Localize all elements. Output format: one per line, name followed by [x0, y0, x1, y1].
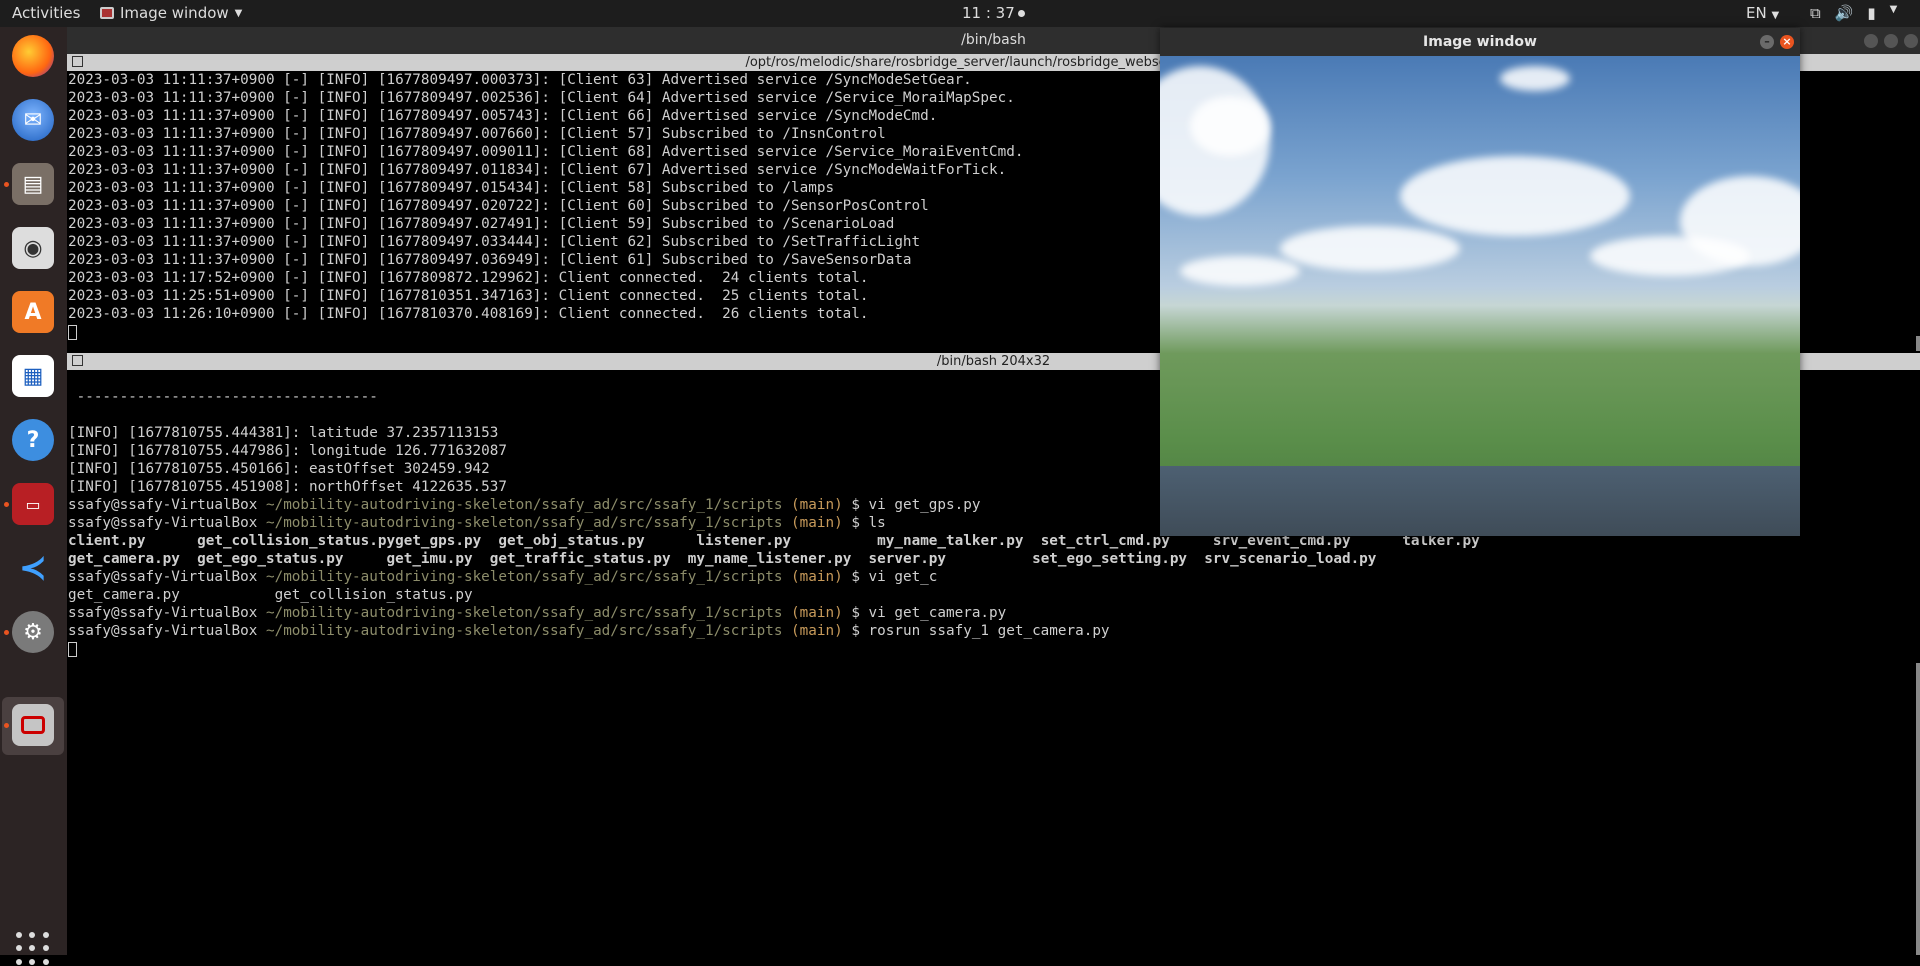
cloud: [1500, 66, 1570, 91]
software-icon[interactable]: A: [12, 291, 54, 333]
output-line: 2023-03-03 11:11:37+0900 [-] [INFO] [167…: [68, 198, 929, 214]
output-line: 2023-03-03 11:11:37+0900 [-] [INFO] [167…: [68, 234, 921, 250]
running-indicator: [4, 502, 9, 507]
output-line: [INFO] [1677810755.450166]: eastOffset 3…: [68, 461, 490, 477]
ls-file-entry: get_gps.py: [395, 533, 499, 549]
ls-file-entry: srv_scenario_load.py: [1204, 551, 1394, 567]
ls-file-entry: my_name_listener.py: [687, 551, 869, 567]
ls-file-entry: get_obj_status.py: [498, 533, 697, 549]
terminal-cursor: [68, 324, 77, 340]
writer-icon[interactable]: ▦: [12, 355, 54, 397]
ls-file-entry: set_ego_setting.py: [1032, 551, 1205, 567]
output-line: 2023-03-03 11:11:37+0900 [-] [INFO] [167…: [68, 252, 912, 268]
ls-file-entry: get_ego_status.py: [197, 551, 387, 567]
ls-file-entry: get_collision_status.py: [197, 533, 396, 549]
chevron-down-icon: ▼: [1771, 10, 1780, 21]
scrollbar[interactable]: [1916, 663, 1920, 955]
chevron-down-icon: ▼: [234, 7, 243, 19]
clock-time: 11 : 37: [962, 4, 1015, 22]
minimize-button[interactable]: –: [1760, 35, 1774, 49]
maximize-button[interactable]: [1884, 34, 1898, 48]
ls-file-entry: listener.py: [696, 533, 878, 549]
terminal-title: /bin/bash: [961, 32, 1026, 48]
ls-output-row: get_camera.py get_ego_status.py get_imu.…: [67, 550, 1920, 568]
output-line: [INFO] [1677810755.444381]: latitude 37.…: [68, 425, 499, 441]
cloud: [1280, 226, 1460, 271]
firefox-icon[interactable]: [12, 35, 54, 77]
battery-icon: ▮: [1867, 4, 1876, 22]
rhythmbox-icon[interactable]: ◉: [12, 227, 54, 269]
tab-completion-output: get_camera.py get_collision_status.py: [68, 587, 473, 603]
network-icon: ⧉: [1810, 4, 1821, 22]
output-line: 2023-03-03 11:11:37+0900 [-] [INFO] [167…: [68, 126, 886, 142]
output-line: 2023-03-03 11:26:10+0900 [-] [INFO] [167…: [68, 306, 869, 322]
system-menu[interactable]: ⧉ 🔊 ▮ ▼: [1810, 4, 1897, 22]
ls-file-entry: get_camera.py: [68, 551, 198, 567]
output-line: 2023-03-03 11:11:37+0900 [-] [INFO] [167…: [68, 144, 1024, 160]
app-menu-label: Image window: [120, 4, 229, 22]
thunderbird-icon[interactable]: ✉: [12, 99, 54, 141]
output-line: [INFO] [1677810755.447986]: longitude 12…: [68, 443, 507, 459]
close-button[interactable]: [1904, 34, 1918, 48]
top-bar: Activities Image window ▼ 11 : 37 EN ▼ ⧉…: [0, 0, 1920, 27]
app-menu[interactable]: Image window ▼: [100, 4, 242, 22]
activities-button[interactable]: Activities: [12, 4, 80, 22]
language-label: EN: [1746, 4, 1767, 22]
dock: ✉ ▤ ◉ A ▦ ? ▭ ≺ ⚙: [0, 27, 67, 965]
image-window-icon[interactable]: [12, 704, 54, 746]
image-window-title: Image window: [1423, 34, 1537, 50]
files-icon[interactable]: ▤: [12, 163, 54, 205]
ls-file-entry: client.py: [68, 533, 198, 549]
ls-file-entry: get_imu.py: [386, 551, 490, 567]
terminal-cursor: [68, 641, 77, 657]
scrollbar[interactable]: [1916, 336, 1920, 351]
output-line: 2023-03-03 11:11:37+0900 [-] [INFO] [167…: [68, 180, 835, 196]
output-line: 2023-03-03 11:25:51+0900 [-] [INFO] [167…: [68, 288, 869, 304]
prompt-line: ssafy@ssafy-VirtualBox ~/mobility-autodr…: [68, 569, 938, 585]
running-indicator: [4, 182, 9, 187]
clock[interactable]: 11 : 37: [962, 4, 1025, 22]
minimize-button[interactable]: [1864, 34, 1878, 48]
camera-image-view: [1160, 56, 1800, 536]
settings-icon[interactable]: ⚙: [12, 611, 54, 653]
output-line: 2023-03-03 11:11:37+0900 [-] [INFO] [167…: [68, 216, 895, 232]
output-line: [INFO] [1677810755.451908]: northOffset …: [68, 479, 507, 495]
image-window-app-icon: [100, 7, 114, 19]
output-line: 2023-03-03 11:11:37+0900 [-] [INFO] [167…: [68, 162, 1007, 178]
language-indicator[interactable]: EN ▼: [1746, 4, 1779, 22]
cloud: [1190, 96, 1270, 156]
image-window-titlebar[interactable]: Image window – ×: [1160, 28, 1800, 56]
ls-file-entry: my_name_talker.py: [877, 533, 1041, 549]
chevron-down-icon: ▼: [1889, 4, 1898, 15]
prompt-line: ssafy@ssafy-VirtualBox ~/mobility-autodr…: [68, 623, 1110, 639]
output-line: 2023-03-03 11:11:37+0900 [-] [INFO] [167…: [68, 72, 972, 88]
close-button[interactable]: ×: [1780, 35, 1794, 49]
output-line: 2023-03-03 11:11:37+0900 [-] [INFO] [167…: [68, 108, 938, 124]
terminal-icon[interactable]: ▭: [12, 483, 54, 525]
ls-file-entry: server.py: [868, 551, 1033, 567]
volume-icon: 🔊: [1834, 4, 1854, 22]
running-indicator: [4, 723, 9, 728]
vehicle-hood: [1160, 466, 1800, 536]
notification-dot-icon: [1017, 10, 1025, 17]
running-indicator: [4, 630, 9, 635]
cloud: [1590, 236, 1750, 276]
cloud: [1400, 156, 1630, 236]
ls-file-entry: get_traffic_status.py: [489, 551, 688, 567]
vscode-icon[interactable]: ≺: [12, 547, 54, 589]
cloud: [1180, 256, 1300, 286]
output-line: 2023-03-03 11:11:37+0900 [-] [INFO] [167…: [68, 90, 1015, 106]
apps-grid-icon[interactable]: [16, 932, 50, 966]
help-icon[interactable]: ?: [12, 419, 54, 461]
output-line: 2023-03-03 11:17:52+0900 [-] [INFO] [167…: [68, 270, 869, 286]
prompt-line: ssafy@ssafy-VirtualBox ~/mobility-autodr…: [68, 605, 1007, 621]
image-window[interactable]: Image window – ×: [1160, 28, 1800, 536]
